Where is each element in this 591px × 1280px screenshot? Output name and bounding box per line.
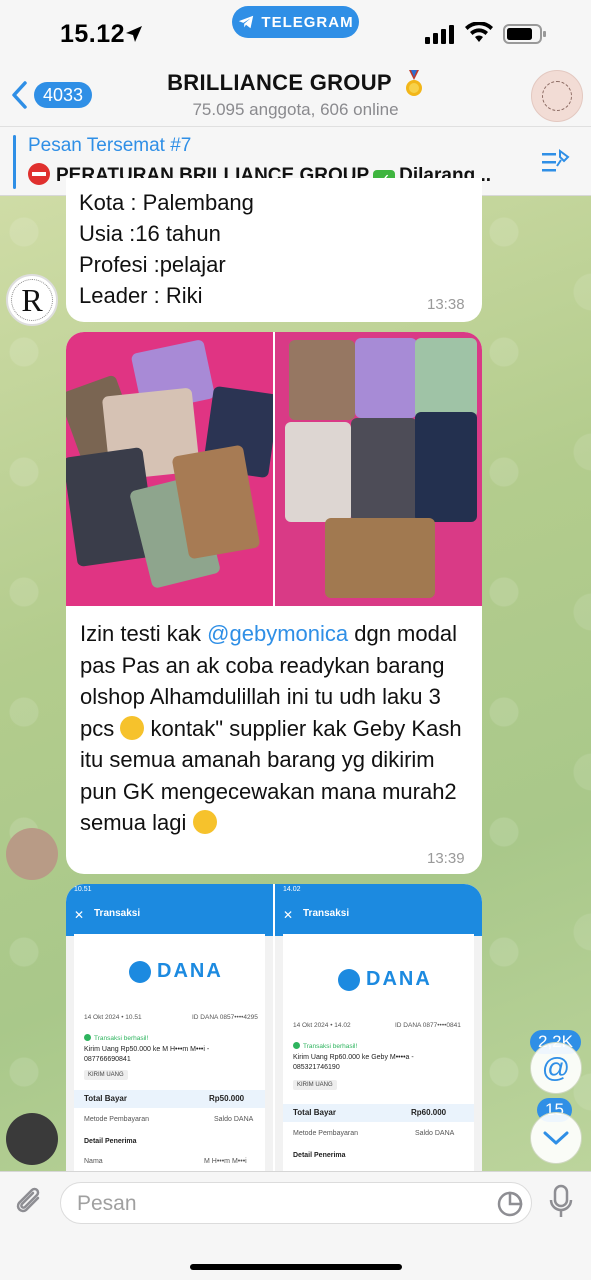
message-line: Kota : Palembang [79,190,254,215]
microphone-icon[interactable] [548,1184,574,1222]
message-line: Profesi :pelajar [79,252,226,277]
message-line: Usia :16 tahun [79,221,221,246]
grinning-face-emoji [120,715,145,740]
recipient-label: Detail Penerima [293,1152,346,1159]
receipt-date: 14 Okt 2024 • 10.51 [84,1014,142,1021]
method-value: Saldo DANA [214,1116,254,1123]
sender-avatar[interactable] [6,1113,58,1165]
total-label: Total Bayar [293,1108,336,1117]
dana-logo: DANA [129,960,223,983]
mentions-button[interactable]: @ [530,1042,582,1094]
pinned-list-icon[interactable] [540,149,570,175]
chat-subtitle: 75.095 anggota, 606 online [192,100,399,119]
message-line: Leader : Riki [79,283,203,308]
scroll-down-button[interactable] [530,1112,582,1164]
pinned-indicator [13,135,16,189]
telegram-pill[interactable]: TELEGRAM [232,6,359,38]
receipt-date: 14 Okt 2024 • 14.02 [293,1022,351,1029]
chat-title[interactable]: BRILLIANCE GROUP [0,70,591,98]
no-entry-icon [28,163,50,185]
receipt-header: Transaksi [303,908,350,919]
product-photo[interactable] [66,332,273,606]
recipient-label: Detail Penerima [84,1138,137,1145]
method-label: Metode Pembayaran [84,1116,149,1123]
photo-message-bubble[interactable]: 10.51 ✕ Transaksi DANA 14 Okt 2024 • 10.… [66,884,482,1184]
receipt-tag: KIRIM UANG [293,1080,337,1090]
receipt-tag: KIRIM UANG [84,1070,128,1080]
total-label: Total Bayar [84,1094,127,1103]
wifi-icon [465,22,493,42]
clock: 15.12 [60,20,126,48]
chevron-down-icon [543,1131,569,1145]
receipt-status: Transaksi berhasil! [84,1034,148,1042]
receipt-header: Transaksi [94,908,141,919]
home-indicator [190,1264,402,1270]
receipt-detail: 087766690841 [84,1056,131,1063]
at-sign-icon: @ [541,1052,571,1083]
chat-title-text: BRILLIANCE GROUP [167,70,392,95]
receipt-id: ID DANA 0877••••0841 [395,1022,461,1029]
dana-logo: DANA [338,968,432,991]
receipt-status: Transaksi berhasil! [293,1042,357,1050]
message-bubble[interactable]: Kota : Palembang Usia :16 tahun Profesi … [66,178,482,322]
location-arrow-icon [126,26,142,42]
heart-eyes-emoji [192,810,217,834]
group-avatar[interactable] [531,70,583,122]
telegram-pill-label: TELEGRAM [261,13,354,31]
receipt-id: ID DANA 0857••••4295 [192,1014,258,1021]
sender-avatar[interactable] [6,828,58,880]
gold-medal-icon [405,70,422,97]
close-icon: ✕ [283,908,294,922]
receipt-detail: 085321746190 [293,1064,340,1071]
status-bar: 15.12 TELEGRAM [0,0,591,62]
photo-message-bubble[interactable]: Izin testi kak @gebymonica dgn modal pas… [66,332,482,874]
receipt-status-time: 14.02 [275,884,482,896]
total-value: Rp60.000 [411,1108,447,1117]
mention-link[interactable]: @gebymonica [207,621,348,646]
sender-avatar[interactable]: R [6,274,58,326]
product-photo[interactable] [275,332,482,606]
pinned-title: Pesan Tersemat #7 [28,135,192,156]
message-time: 13:38 [427,296,465,313]
name-label: Nama [84,1158,103,1165]
message-field[interactable] [60,1182,532,1224]
receipt-screenshot[interactable]: 14.02 ✕ Transaksi DANA 14 Okt 2024 • 14.… [275,884,482,1184]
receipt-detail: Kirim Uang Rp50.000 ke M H•••m M•••i - [84,1046,210,1053]
message-input[interactable] [77,1190,477,1218]
receipt-detail: Kirim Uang Rp60.000 ke Geby M••••a - [293,1054,414,1061]
chat-header: 4033 BRILLIANCE GROUP 75.095 anggota, 60… [0,62,591,126]
total-value: Rp50.000 [209,1094,245,1103]
message-time: 13:39 [427,850,465,867]
battery-icon [503,24,546,44]
method-label: Metode Pembayaran [293,1130,358,1137]
close-icon: ✕ [74,908,85,922]
caption-text: Izin testi kak [80,621,208,646]
sticker-icon[interactable] [496,1190,524,1218]
name-value: M H•••m M•••i [204,1158,247,1165]
paperclip-icon[interactable] [14,1186,46,1220]
message-caption: Izin testi kak @gebymonica dgn modal pas… [80,618,472,839]
receipt-screenshot[interactable]: 10.51 ✕ Transaksi DANA 14 Okt 2024 • 10.… [66,884,273,1184]
cellular-signal-icon [425,25,454,44]
telegram-plane-icon [239,15,254,29]
receipt-status-time: 10.51 [66,884,273,896]
method-value: Saldo DANA [415,1130,455,1137]
